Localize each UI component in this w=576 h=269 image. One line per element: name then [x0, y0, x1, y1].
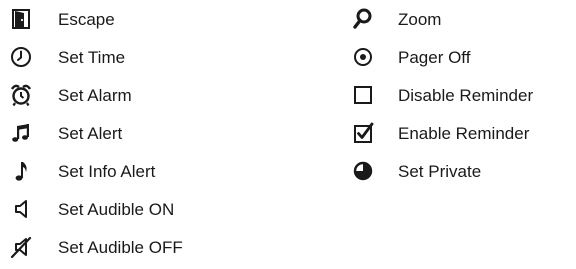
legend-item-set-time: Set Time — [8, 38, 183, 76]
legend-label: Set Audible OFF — [58, 237, 183, 257]
legend-label: Enable Reminder — [398, 123, 530, 143]
legend-label: Set Private — [398, 161, 482, 181]
magnifier-icon — [350, 6, 376, 32]
target-dot-icon — [350, 44, 376, 70]
half-circle-icon — [350, 158, 376, 184]
empty-checkbox-icon — [350, 82, 376, 108]
legend-label: Zoom — [398, 9, 442, 29]
legend-item-zoom: Zoom — [350, 0, 533, 38]
legend-item-set-private: Set Private — [350, 152, 533, 190]
legend-item-pager-off: Pager Off — [350, 38, 533, 76]
legend-item-set-alarm: Set Alarm — [8, 76, 183, 114]
legend-item-set-info-alert: Set Info Alert — [8, 152, 183, 190]
legend-label: Set Audible ON — [58, 199, 175, 219]
checked-checkbox-icon — [350, 120, 376, 146]
legend-label: Disable Reminder — [398, 85, 534, 105]
legend-item-escape: Escape — [8, 0, 183, 38]
legend-item-enable-reminder: Enable Reminder — [350, 114, 533, 152]
clock-icon — [8, 44, 34, 70]
legend-item-set-alert: Set Alert — [8, 114, 183, 152]
legend-label: Set Time — [58, 47, 126, 67]
legend-item-set-audible-off: Set Audible OFF — [8, 228, 183, 266]
speaker-muted-icon — [8, 234, 34, 260]
legend-left-column: Escape Set Time Set Alarm Set Alert Set … — [8, 0, 183, 266]
legend-label: Set Alert — [58, 123, 123, 143]
legend-right-column: Zoom Pager Off Disable Reminder Enable R… — [350, 0, 533, 190]
legend-label: Set Alarm — [58, 85, 132, 105]
legend-label: Set Info Alert — [58, 161, 156, 181]
double-note-icon — [8, 120, 34, 146]
single-note-icon — [8, 158, 34, 184]
legend-label: Pager Off — [398, 47, 471, 67]
alarm-clock-icon — [8, 82, 34, 108]
legend-item-set-audible-on: Set Audible ON — [8, 190, 183, 228]
escape-door-icon — [8, 6, 34, 32]
legend-item-disable-reminder: Disable Reminder — [350, 76, 533, 114]
legend-label: Escape — [58, 9, 115, 29]
speaker-icon — [8, 196, 34, 222]
